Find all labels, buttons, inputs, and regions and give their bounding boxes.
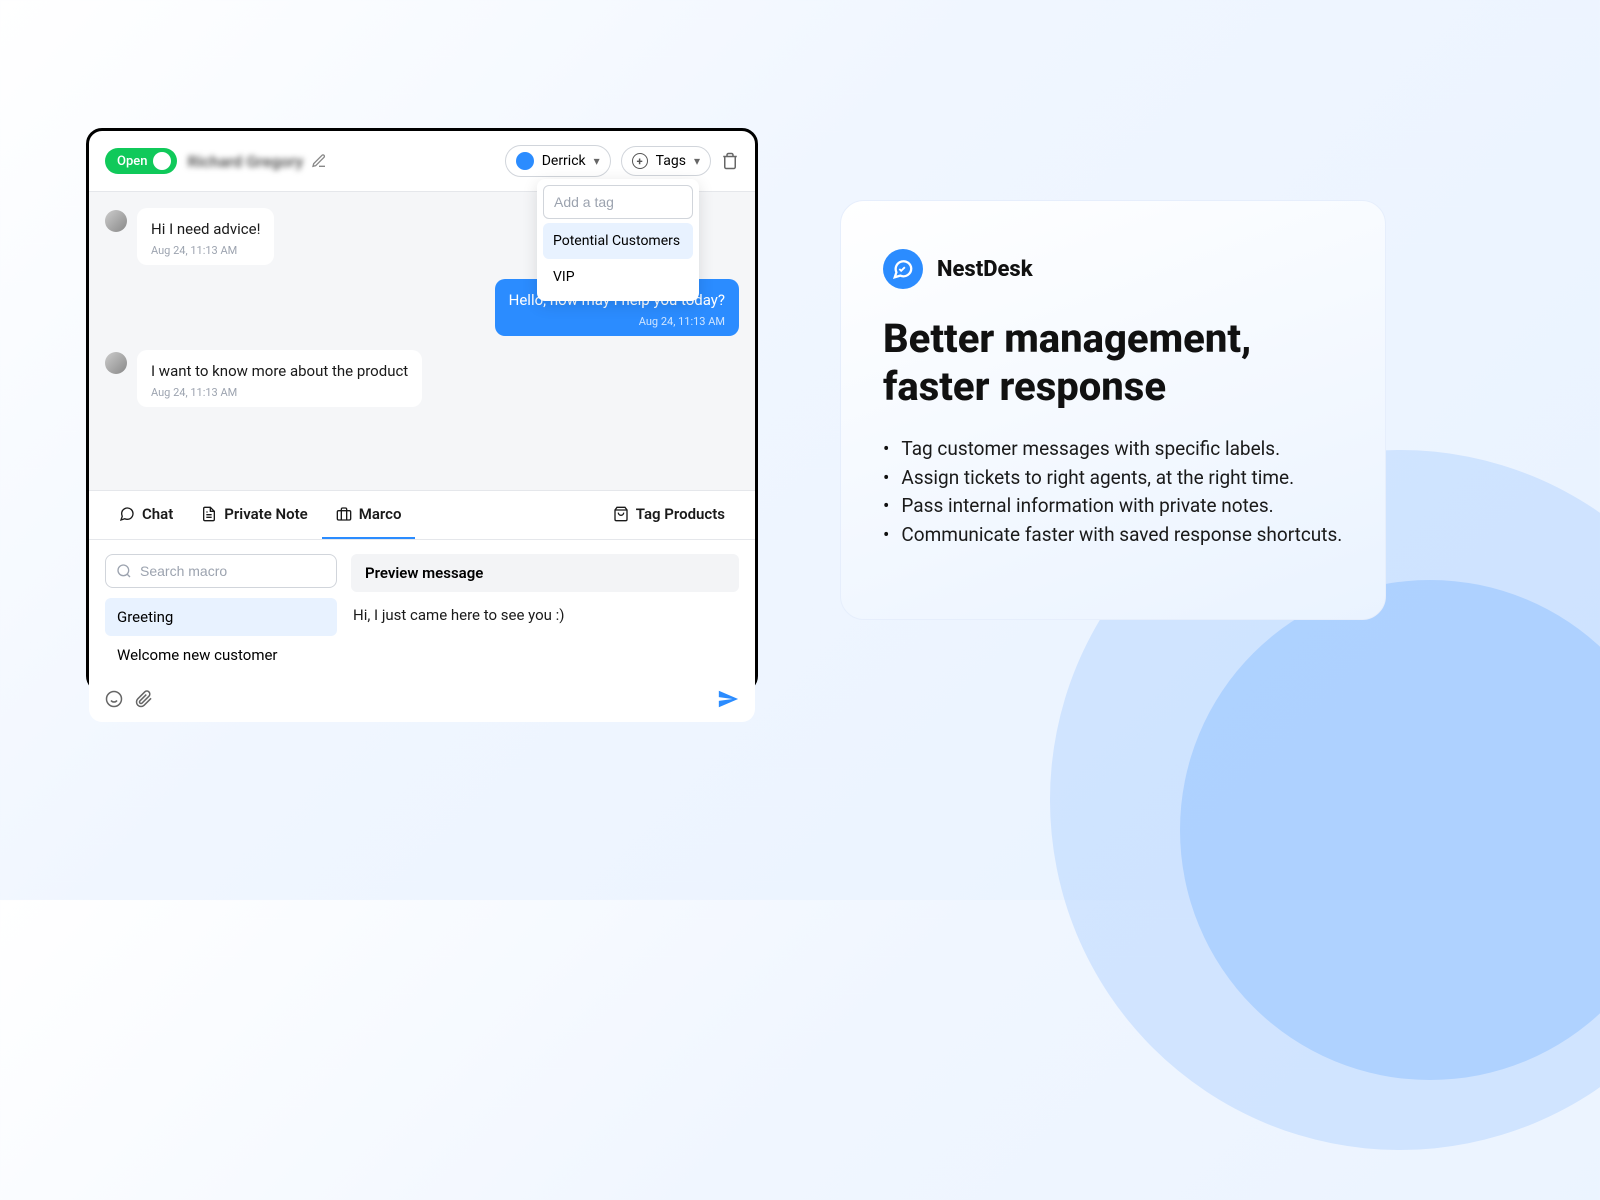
- message-time: Aug 24, 11:13 AM: [151, 244, 260, 257]
- feature-item: Pass internal information with private n…: [883, 492, 1343, 521]
- tag-icon: [613, 506, 629, 522]
- composer-tabs: Chat Private Note Marco Tag Products: [89, 491, 755, 540]
- message-bubble: Hi I need advice! Aug 24, 11:13 AM: [137, 208, 274, 265]
- message-text: Hi I need advice!: [151, 220, 260, 238]
- tab-chat[interactable]: Chat: [105, 491, 187, 539]
- promo-card: NestDesk Better management, faster respo…: [840, 200, 1386, 620]
- trash-icon[interactable]: [721, 152, 739, 170]
- macro-item[interactable]: Greeting: [105, 598, 337, 636]
- brand-logo: [883, 249, 923, 289]
- message-bubble: I want to know more about the product Au…: [137, 350, 422, 407]
- tags-label: Tags: [656, 153, 686, 169]
- macro-list: Greeting Welcome new customer: [105, 554, 337, 674]
- toggle-knob: [153, 152, 171, 170]
- plus-circle-icon: +: [632, 153, 648, 169]
- preview-label: Preview message: [351, 554, 739, 592]
- preview-body: Hi, I just came here to see you :): [351, 602, 739, 628]
- brand-row: NestDesk: [883, 249, 1343, 289]
- emoji-icon[interactable]: [105, 690, 123, 708]
- feature-item: Tag customer messages with specific labe…: [883, 435, 1343, 464]
- message-row: I want to know more about the product Au…: [105, 350, 739, 407]
- tab-label: Private Note: [224, 505, 307, 523]
- message-time: Aug 24, 11:13 AM: [151, 386, 408, 399]
- brand-name: NestDesk: [937, 257, 1033, 282]
- ticket-card: Open Richard Gregory Derrick ▾ + Tags ▾ …: [86, 128, 758, 692]
- send-button[interactable]: [717, 688, 739, 710]
- feature-item: Communicate faster with saved response s…: [883, 521, 1343, 550]
- customer-name: Richard Gregory: [187, 152, 303, 171]
- promo-headline: Better management, faster response: [883, 315, 1343, 411]
- tab-tag-products[interactable]: Tag Products: [599, 491, 739, 539]
- tab-macro[interactable]: Marco: [322, 491, 416, 539]
- search-macro-wrapper: [105, 554, 337, 588]
- composer: Chat Private Note Marco Tag Products: [89, 490, 755, 722]
- add-tag-input[interactable]: [543, 185, 693, 219]
- message-time: Aug 24, 11:13 AM: [509, 315, 725, 328]
- feature-list: Tag customer messages with specific labe…: [883, 435, 1343, 549]
- tab-label: Tag Products: [636, 505, 725, 523]
- macro-panel: Greeting Welcome new customer Preview me…: [89, 540, 755, 680]
- tab-label: Marco: [359, 505, 402, 523]
- attachment-icon[interactable]: [135, 690, 153, 708]
- status-toggle[interactable]: Open: [105, 148, 177, 174]
- tags-dropdown-trigger[interactable]: + Tags ▾: [621, 146, 711, 176]
- assignee-name: Derrick: [542, 153, 586, 169]
- tag-option[interactable]: Potential Customers: [543, 223, 693, 259]
- macro-item[interactable]: Welcome new customer: [105, 636, 337, 674]
- tags-dropdown-panel: Potential Customers VIP: [537, 179, 699, 301]
- search-macro-input[interactable]: [140, 563, 326, 579]
- macro-icon: [336, 506, 352, 522]
- macro-preview: Preview message Hi, I just came here to …: [351, 554, 739, 674]
- tab-private-note[interactable]: Private Note: [187, 491, 321, 539]
- avatar: [105, 352, 127, 374]
- chevron-down-icon: ▾: [694, 154, 700, 168]
- chevron-down-icon: ▾: [594, 154, 600, 168]
- edit-icon[interactable]: [311, 153, 327, 169]
- message-text: I want to know more about the product: [151, 362, 408, 380]
- status-label: Open: [117, 154, 147, 169]
- tab-label: Chat: [142, 505, 173, 523]
- assignee-avatar: [516, 152, 534, 170]
- tag-option[interactable]: VIP: [543, 259, 693, 295]
- note-icon: [201, 506, 217, 522]
- search-icon: [116, 563, 132, 579]
- chat-icon: [119, 506, 135, 522]
- assignee-dropdown[interactable]: Derrick ▾: [505, 145, 611, 177]
- feature-item: Assign tickets to right agents, at the r…: [883, 464, 1343, 493]
- avatar: [105, 210, 127, 232]
- composer-footer: [89, 680, 755, 722]
